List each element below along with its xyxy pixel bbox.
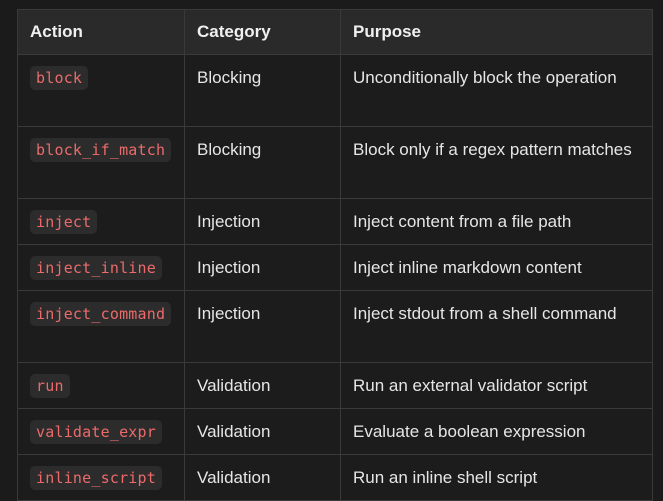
purpose-cell: Run an external validator script <box>340 362 653 409</box>
purpose-cell: Inject inline markdown content <box>340 244 653 291</box>
table-row: inject_inline Injection Inject inline ma… <box>17 244 653 291</box>
action-code: inject_inline <box>30 256 162 280</box>
actions-table-container: Action Category Purpose block Blocking U… <box>17 9 653 501</box>
category-cell: Blocking <box>184 54 341 127</box>
action-cell: inject <box>17 198 185 245</box>
header-action: Action <box>17 9 185 55</box>
purpose-cell: Evaluate a boolean expression <box>340 408 653 455</box>
action-code: validate_expr <box>30 420 162 444</box>
action-cell: inject_inline <box>17 244 185 291</box>
purpose-cell: Block only if a regex pattern matches <box>340 126 653 199</box>
category-cell: Injection <box>184 290 341 363</box>
category-cell: Injection <box>184 244 341 291</box>
category-cell: Validation <box>184 362 341 409</box>
purpose-cell: Unconditionally block the operation <box>340 54 653 127</box>
category-cell: Validation <box>184 408 341 455</box>
action-cell: block_if_match <box>17 126 185 199</box>
table-row: run Validation Run an external validator… <box>17 362 653 409</box>
table-row: inject Injection Inject content from a f… <box>17 198 653 245</box>
purpose-cell: Inject content from a file path <box>340 198 653 245</box>
table-header-row: Action Category Purpose <box>17 9 653 55</box>
purpose-cell: Run an inline shell script <box>340 454 653 501</box>
action-cell: inline_script <box>17 454 185 501</box>
action-code: inline_script <box>30 466 162 490</box>
action-code: block <box>30 66 89 90</box>
action-cell: validate_expr <box>17 408 185 455</box>
action-code: run <box>30 374 70 398</box>
header-purpose: Purpose <box>340 9 653 55</box>
table-row: inject_command Injection Inject stdout f… <box>17 290 653 363</box>
category-cell: Validation <box>184 454 341 501</box>
action-code: block_if_match <box>30 138 172 162</box>
category-cell: Injection <box>184 198 341 245</box>
table-row: validate_expr Validation Evaluate a bool… <box>17 408 653 455</box>
category-cell: Blocking <box>184 126 341 199</box>
action-cell: block <box>17 54 185 127</box>
action-code: inject <box>30 210 98 234</box>
table-row: block Blocking Unconditionally block the… <box>17 54 653 127</box>
table-row: block_if_match Blocking Block only if a … <box>17 126 653 199</box>
action-cell: inject_command <box>17 290 185 363</box>
table-row: inline_script Validation Run an inline s… <box>17 454 653 501</box>
actions-table: Action Category Purpose block Blocking U… <box>17 9 653 501</box>
action-code: inject_command <box>30 302 172 326</box>
header-category: Category <box>184 9 341 55</box>
purpose-cell: Inject stdout from a shell command <box>340 290 653 363</box>
action-cell: run <box>17 362 185 409</box>
